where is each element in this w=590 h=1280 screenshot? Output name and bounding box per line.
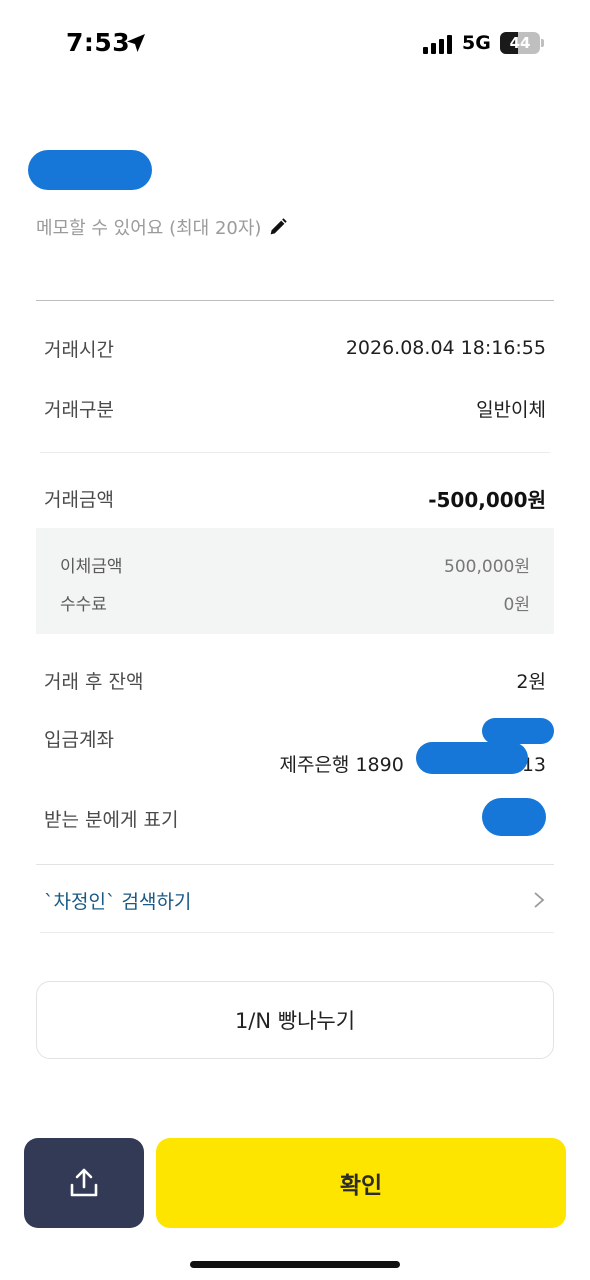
search-divider — [36, 864, 554, 865]
transfer-amount-label: 이체금액 — [60, 557, 123, 577]
transaction-type-label: 거래구분 — [44, 398, 114, 421]
transaction-time-value: 2026.08.04 18:16:55 — [345, 337, 546, 359]
split-bill-button[interactable]: 1/N 빵나누기 — [36, 981, 554, 1059]
row-recipient-display: 받는 분에게 표기 — [44, 804, 546, 832]
redacted-name — [28, 150, 152, 190]
row-transaction-time: 거래시간 2026.08.04 18:16:55 — [44, 334, 546, 362]
memo-row[interactable]: 메모할 수 있어요 (최대 20자) — [36, 214, 289, 240]
share-button[interactable] — [24, 1138, 144, 1228]
fee-breakdown: 이체금액 500,000원 수수료 0원 — [36, 528, 554, 634]
transfer-amount-value: 500,000원 — [444, 557, 530, 577]
deposit-account-bank: 제주은행 1890 — [279, 754, 404, 776]
network-label: 5G — [462, 32, 491, 54]
transaction-amount-label: 거래금액 — [44, 488, 114, 511]
home-indicator — [190, 1261, 400, 1268]
battery-icon: 44 — [500, 32, 540, 54]
redacted-recipient-display — [482, 798, 546, 836]
location-arrow-icon — [127, 34, 145, 52]
status-time: 7:53 — [66, 28, 131, 57]
redacted-account-holder — [482, 718, 554, 744]
balance-value: 2원 — [516, 670, 546, 693]
redacted-account-number — [416, 742, 528, 774]
row-fee: 수수료 0원 — [60, 590, 530, 615]
detail-divider — [40, 452, 550, 453]
row-transaction-amount: 거래금액 -500,000원 — [44, 484, 546, 512]
transaction-amount-value: -500,000원 — [428, 487, 546, 512]
battery-percent: 44 — [509, 34, 531, 52]
header-divider — [36, 300, 554, 301]
pencil-icon[interactable] — [267, 216, 289, 238]
search-recipient-link[interactable]: `차정인` 검색하기 — [44, 882, 546, 918]
split-bill-label: 1/N 빵나누기 — [234, 1009, 356, 1033]
confirm-button[interactable]: 확인 — [156, 1138, 566, 1228]
search-bottom-divider — [40, 932, 554, 933]
fee-value: 0원 — [503, 595, 530, 615]
deposit-account-label: 입금계좌 — [44, 728, 114, 751]
balance-label: 거래 후 잔액 — [44, 670, 144, 693]
row-balance: 거래 후 잔액 2원 — [44, 666, 546, 694]
row-transfer-amount: 이체금액 500,000원 — [60, 552, 530, 577]
cellular-signal-icon — [423, 34, 453, 54]
confirm-label: 확인 — [339, 1173, 383, 1199]
memo-placeholder: 메모할 수 있어요 (최대 20자) — [36, 218, 262, 239]
fee-label: 수수료 — [60, 595, 107, 615]
status-bar: 7:53 5G 44 — [0, 0, 590, 90]
share-upload-icon — [70, 1168, 98, 1197]
battery-nub — [541, 39, 544, 47]
recipient-display-label: 받는 분에게 표기 — [44, 808, 179, 831]
transaction-type-value: 일반이체 — [476, 398, 546, 421]
row-transaction-type: 거래구분 일반이체 — [44, 394, 546, 422]
chevron-right-icon — [534, 892, 545, 908]
search-recipient-label: `차정인` 검색하기 — [44, 890, 192, 913]
transaction-time-label: 거래시간 — [44, 338, 114, 361]
